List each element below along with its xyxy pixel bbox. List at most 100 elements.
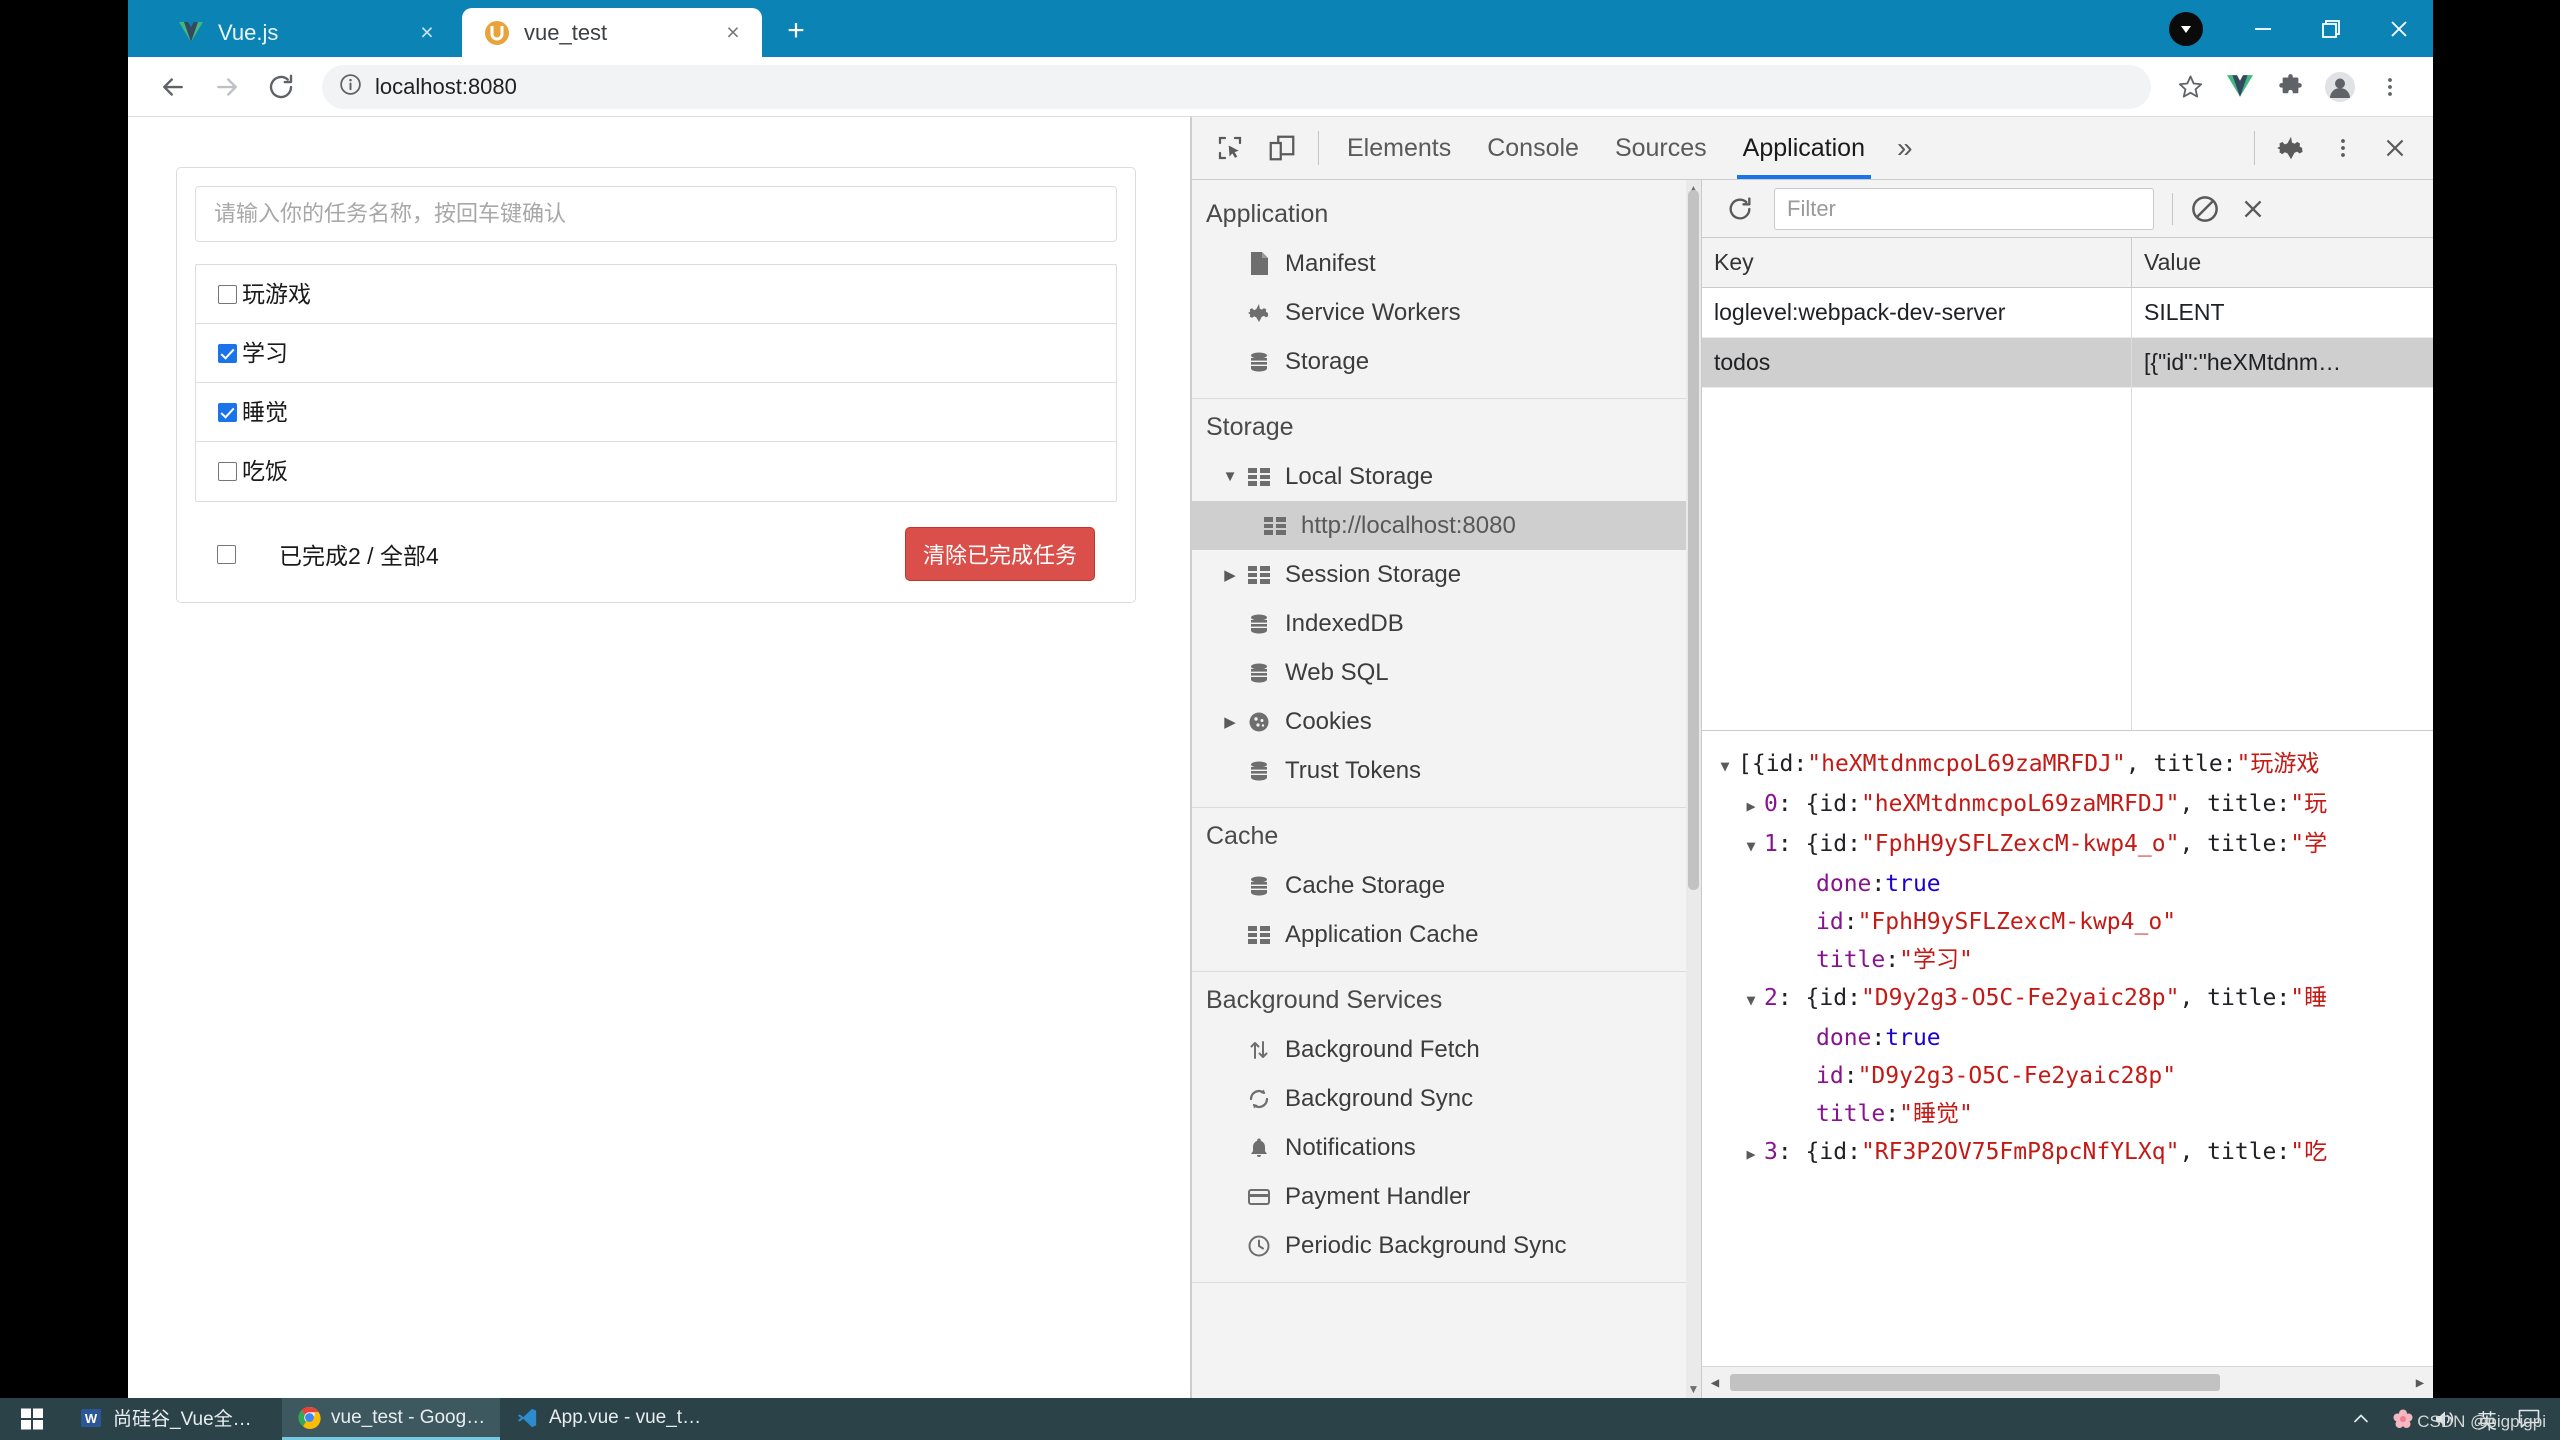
todo-input[interactable] <box>195 186 1117 242</box>
column-header-key[interactable]: Key <box>1702 238 2132 287</box>
json-tree-line[interactable]: ▼ 1: {id: "FphH9ySFLZexcM-kwp4_o", title:… <box>1712 825 2433 865</box>
json-tree-line[interactable]: ▼ [{id: "heXMtdnmcpoL69zaMRFDJ", title: "… <box>1712 745 2433 785</box>
close-window-button[interactable] <box>2365 0 2433 57</box>
json-tree-line[interactable]: ▶ 0: {id: "heXMtdnmcpoL69zaMRFDJ", title:… <box>1712 785 2433 825</box>
json-tree-line[interactable]: title: "睡觉" <box>1712 1095 2433 1133</box>
todo-checkbox[interactable] <box>218 462 237 481</box>
sidebar-item-background-sync[interactable]: ▶ Background Sync <box>1192 1074 1701 1123</box>
taskbar-item-chrome[interactable]: vue_test - Google C… <box>282 1398 500 1440</box>
twisty-collapsed-icon[interactable]: ▶ <box>1738 787 1764 825</box>
maximize-button[interactable] <box>2297 0 2365 57</box>
list-item[interactable]: 玩游戏 <box>196 265 1116 324</box>
sidebar-item-manifest[interactable]: ▶ Manifest <box>1192 239 1701 288</box>
devtools-close-icon[interactable] <box>2369 122 2421 174</box>
sidebar-item-trust-tokens[interactable]: ▶ Trust Tokens <box>1192 746 1701 795</box>
filter-input[interactable]: Filter <box>1774 187 2154 230</box>
json-tree-line[interactable]: ▶ 3: {id: "RF3P2OV75FmP8pcNfYLXq", title:… <box>1712 1133 2433 1173</box>
close-icon[interactable]: × <box>412 18 442 48</box>
twisty-collapsed-icon[interactable]: ▶ <box>1218 566 1242 584</box>
info-circle-icon[interactable] <box>338 72 363 102</box>
table-row[interactable]: todos [{"id":"heXMtdnm… <box>1702 338 2433 388</box>
extensions-puzzle-icon[interactable] <box>2265 62 2315 112</box>
clear-all-icon[interactable] <box>2181 185 2229 233</box>
list-item[interactable]: 学习 <box>196 324 1116 383</box>
profile-avatar-icon[interactable] <box>2315 62 2365 112</box>
reload-icon[interactable] <box>254 60 308 114</box>
bookmark-star-icon[interactable] <box>2165 62 2215 112</box>
todo-checkbox[interactable] <box>218 402 237 422</box>
list-item[interactable]: 睡觉 <box>196 383 1116 442</box>
settings-gear-icon[interactable] <box>2265 122 2317 174</box>
back-arrow-icon[interactable] <box>146 60 200 114</box>
devtools-menu-icon[interactable] <box>2317 122 2369 174</box>
twisty-expanded-icon[interactable]: ▼ <box>1218 468 1242 485</box>
select-all-checkbox[interactable] <box>217 544 236 564</box>
minimize-button[interactable] <box>2229 0 2297 57</box>
chrome-menu-icon[interactable] <box>2365 62 2415 112</box>
list-item[interactable]: 吃饭 <box>196 442 1116 501</box>
table-row[interactable]: loglevel:webpack-dev-server SILENT <box>1702 288 2433 338</box>
more-tabs-icon[interactable]: » <box>1883 132 1927 164</box>
close-icon[interactable]: × <box>718 18 748 48</box>
sidebar-item-service-workers[interactable]: ▶ Service Workers <box>1192 288 1701 337</box>
sidebar-item-cookies[interactable]: ▶ Cookies <box>1192 697 1701 746</box>
scroll-down-arrow-icon[interactable]: ▼ <box>1686 1380 1701 1398</box>
todo-checkbox[interactable] <box>218 343 237 363</box>
json-tree-line[interactable]: id: "FphH9ySFLZexcM-kwp4_o" <box>1712 903 2433 941</box>
twisty-collapsed-icon[interactable]: ▶ <box>1738 1135 1764 1173</box>
tab-application[interactable]: Application <box>1725 117 1883 179</box>
sidebar-item-indexeddb[interactable]: ▶ IndexedDB <box>1192 599 1701 648</box>
sidebar-item-notifications[interactable]: ▶ Notifications <box>1192 1123 1701 1172</box>
sidebar-item-background-fetch[interactable]: ▶ Background Fetch <box>1192 1025 1701 1074</box>
browser-tab-vuetest[interactable]: vue_test × <box>462 8 762 57</box>
sidebar-item-periodic-background-sync[interactable]: ▶ Periodic Background Sync <box>1192 1221 1701 1270</box>
sidebar-item-local-storage[interactable]: ▼ Local Storage <box>1192 452 1701 501</box>
profile-badge-icon[interactable] <box>2169 11 2203 46</box>
json-tree-line[interactable]: title: "学习" <box>1712 941 2433 979</box>
json-tree-line[interactable]: done: true <box>1712 1019 2433 1057</box>
sidebar-item-storage[interactable]: ▶ Storage <box>1192 337 1701 386</box>
json-tree-line[interactable]: id: "D9y2g3-O5C-Fe2yaic28p" <box>1712 1057 2433 1095</box>
chevron-up-icon[interactable] <box>2340 1398 2382 1440</box>
column-header-value[interactable]: Value <box>2132 238 2433 287</box>
refresh-icon[interactable] <box>1716 185 1764 233</box>
scroll-right-arrow-icon[interactable]: ▶ <box>2407 1364 2433 1399</box>
taskbar-item-label: vue_test - Google C… <box>331 1406 486 1428</box>
sidebar-item-web-sql[interactable]: ▶ Web SQL <box>1192 648 1701 697</box>
sidebar-item-application-cache[interactable]: ▶ Application Cache <box>1192 910 1701 959</box>
json-tree-line[interactable]: ▼ 2: {id: "D9y2g3-O5C-Fe2yaic28p", title:… <box>1712 979 2433 1019</box>
device-toolbar-icon[interactable] <box>1256 122 1308 174</box>
twisty-expanded-icon[interactable]: ▼ <box>1738 981 1764 1019</box>
twisty-expanded-icon[interactable]: ▼ <box>1738 827 1764 865</box>
tab-console[interactable]: Console <box>1469 117 1597 179</box>
sidebar-scrollbar-thumb[interactable] <box>1688 190 1699 890</box>
bell-icon <box>1242 1136 1276 1160</box>
inspect-element-icon[interactable] <box>1204 122 1256 174</box>
scroll-left-arrow-icon[interactable]: ◀ <box>1702 1364 1728 1399</box>
taskbar-item-label: 尚硅谷_Vue全家桶.d… <box>113 1409 268 1430</box>
vue-devtools-icon[interactable] <box>2215 62 2265 112</box>
preview-horizontal-scrollbar[interactable]: ◀ ▶ <box>1702 1366 2433 1398</box>
scrollbar-thumb[interactable] <box>1730 1374 2220 1391</box>
forward-arrow-icon[interactable] <box>200 60 254 114</box>
new-tab-button[interactable]: + <box>774 9 818 53</box>
address-bar[interactable]: localhost:8080 <box>322 64 2151 109</box>
browser-tab-vuejs[interactable]: Vue.js × <box>156 8 456 57</box>
delete-selected-icon[interactable] <box>2229 185 2277 233</box>
json-token: , title: <box>2179 831 2291 857</box>
tab-sources[interactable]: Sources <box>1597 117 1725 179</box>
taskbar-item-word[interactable]: W 尚硅谷_Vue全家桶.d… <box>64 1398 282 1440</box>
sidebar-item-cache-storage[interactable]: ▶ Cache Storage <box>1192 861 1701 910</box>
divider <box>2172 192 2173 225</box>
json-tree-line[interactable]: done: true <box>1712 865 2433 903</box>
sidebar-item-payment-handler[interactable]: ▶ Payment Handler <box>1192 1172 1701 1221</box>
clear-completed-button[interactable]: 清除已完成任务 <box>904 527 1095 581</box>
sidebar-item-session-storage[interactable]: ▶ Session Storage <box>1192 550 1701 599</box>
sidebar-item-localhost-8080[interactable]: http://localhost:8080 <box>1192 501 1701 550</box>
twisty-collapsed-icon[interactable]: ▶ <box>1218 713 1242 731</box>
taskbar-item-vscode[interactable]: App.vue - vue_test -… <box>500 1398 718 1440</box>
windows-start-icon[interactable] <box>0 1398 64 1440</box>
todo-checkbox[interactable] <box>218 284 237 304</box>
tab-elements[interactable]: Elements <box>1329 117 1469 179</box>
twisty-expanded-icon[interactable]: ▼ <box>1712 747 1738 785</box>
